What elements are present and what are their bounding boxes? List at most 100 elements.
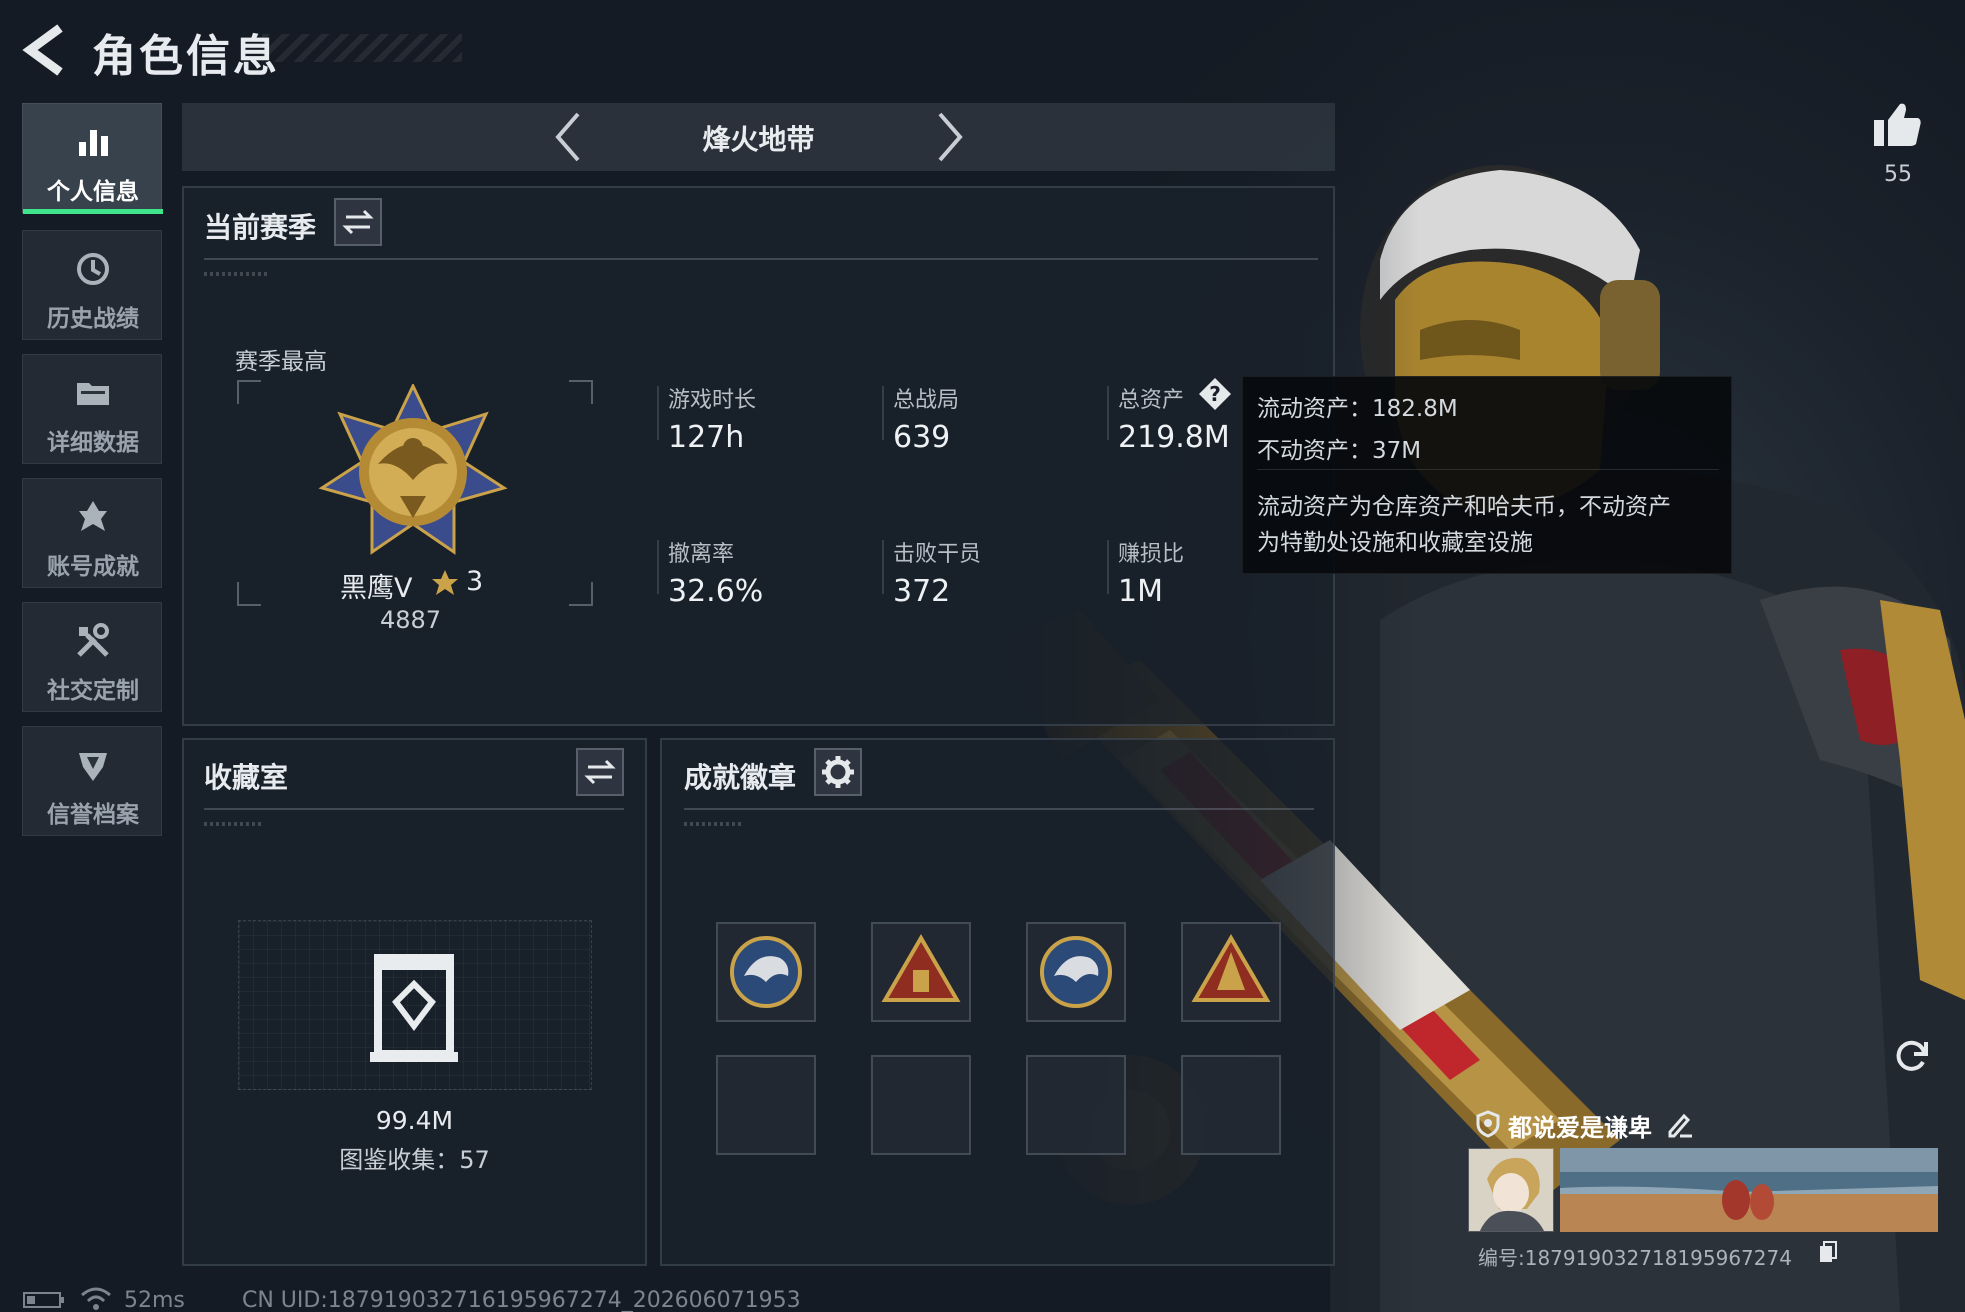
stat-value: 219.8M — [1118, 420, 1230, 455]
achievement-star-icon — [79, 501, 107, 531]
badge-slot[interactable] — [1026, 922, 1126, 1022]
stat-label: 总资产 — [1118, 388, 1185, 413]
copy-icon — [1820, 1241, 1837, 1262]
credit-shield-icon — [79, 753, 107, 781]
collection-title: 收藏室 — [204, 761, 289, 794]
nav-item-credit-archive[interactable]: 信誉档案 — [22, 726, 162, 836]
stat-value: 639 — [893, 420, 951, 455]
asset-help-button[interactable]: ? — [1197, 376, 1233, 412]
rank-stars-count: 3 — [466, 566, 484, 597]
nav-item-social-custom[interactable]: 社交定制 — [22, 602, 162, 712]
eagle-emblem-icon — [730, 936, 802, 1008]
stat-separator — [1107, 386, 1109, 440]
pencil-icon — [1668, 1113, 1692, 1138]
nav-label: 社交定制 — [47, 678, 139, 704]
badges-deco-rule — [684, 822, 744, 826]
badges-title: 成就徽章 — [684, 761, 797, 794]
pyramid-emblem-icon — [1191, 934, 1271, 1002]
namecard-banner[interactable] — [1560, 1148, 1938, 1232]
svg-text:?: ? — [1209, 382, 1221, 406]
asset-tooltip: 流动资产：182.8M 不动资产：37M 流动资产为仓库资产和哈夫币，不动资产 … — [1242, 376, 1732, 574]
wifi-icon — [80, 1286, 112, 1310]
stat-separator — [1107, 540, 1109, 594]
swap-arrows-icon — [584, 759, 616, 785]
like-button[interactable] — [1872, 100, 1924, 150]
rotate-button[interactable] — [1890, 1034, 1934, 1078]
frame-corner — [237, 582, 261, 606]
player-avatar[interactable] — [1468, 1148, 1554, 1232]
copy-id-button[interactable] — [1818, 1240, 1838, 1264]
stat-label: 击败干员 — [893, 542, 982, 567]
eagle-emblem-icon — [1040, 936, 1112, 1008]
badges-settings-button[interactable] — [814, 748, 862, 796]
bar-chart-icon — [79, 130, 108, 156]
collection-vault-icon — [366, 948, 462, 1064]
player-name: 都说爱是谦卑 — [1508, 1114, 1652, 1142]
nav-item-history[interactable]: 历史战绩 — [22, 230, 162, 340]
stat-label: 赚损比 — [1118, 542, 1185, 567]
badge-slot[interactable] — [1181, 922, 1281, 1022]
active-indicator — [23, 209, 163, 214]
frame-corner — [569, 582, 593, 606]
refresh-icon — [1896, 1040, 1928, 1071]
stat-label: 游戏时长 — [668, 388, 757, 413]
nav-item-personal-info[interactable]: 个人信息 — [22, 103, 163, 214]
tooltip-divider — [1257, 469, 1719, 470]
stat-value: 127h — [668, 420, 745, 455]
nav-item-achievements[interactable]: 账号成就 — [22, 478, 162, 588]
nav-label: 详细数据 — [47, 430, 139, 456]
edit-name-button[interactable] — [1666, 1110, 1694, 1138]
collection-catalog: 图鉴收集：57 — [339, 1146, 490, 1174]
nav-label: 账号成就 — [47, 554, 139, 580]
mode-next-button[interactable] — [930, 110, 970, 164]
mode-label: 烽火地带 — [702, 123, 815, 156]
like-count: 55 — [1884, 162, 1912, 187]
collection-divider — [204, 808, 624, 810]
shield-badge-icon — [1476, 1110, 1500, 1138]
mode-prev-button[interactable] — [548, 110, 588, 164]
player-id: 编号:18791903271819596727​4 — [1478, 1246, 1792, 1270]
chevron-left-icon — [555, 112, 580, 162]
chevron-right-icon — [938, 112, 963, 162]
frame-corner — [237, 380, 261, 404]
season-switch-button[interactable] — [334, 198, 382, 246]
black-hawk-rank-icon — [318, 382, 508, 555]
page-title: 角色信息 — [92, 31, 280, 82]
ping-readout: 52ms — [124, 1288, 185, 1312]
stat-label: 撤离率 — [668, 542, 735, 567]
back-arrow-icon — [22, 24, 63, 76]
stat-value: 32.6% — [668, 574, 764, 609]
season-divider — [204, 258, 1318, 260]
tooltip-note-line2: 为特勤处设施和收藏室设施 — [1257, 530, 1533, 556]
stat-separator — [882, 540, 884, 594]
back-button[interactable] — [22, 22, 68, 78]
nav-label: 信誉档案 — [47, 802, 139, 828]
season-deco-rule — [204, 272, 268, 276]
nav-label: 个人信息 — [47, 179, 139, 205]
thumbs-up-icon — [1874, 103, 1921, 146]
season-title: 当前赛季 — [204, 211, 317, 244]
badge-slot-empty[interactable] — [871, 1055, 971, 1155]
folder-icon — [77, 383, 109, 405]
rank-emblem — [318, 382, 508, 564]
badge-slot[interactable] — [871, 922, 971, 1022]
stat-label: 总战局 — [893, 388, 960, 413]
swap-arrows-icon — [342, 209, 374, 235]
badge-slot-empty[interactable] — [716, 1055, 816, 1155]
badge-slot-empty[interactable] — [1181, 1055, 1281, 1155]
nav-label: 历史战绩 — [47, 306, 139, 332]
collection-value: 99.4M — [375, 1106, 454, 1135]
nav-item-detail-data[interactable]: 详细数据 — [22, 354, 162, 464]
question-diamond-icon: ? — [1199, 378, 1231, 410]
rank-star-icon — [430, 568, 460, 598]
badge-slot[interactable] — [716, 922, 816, 1022]
season-best-label: 赛季最高 — [235, 349, 327, 375]
gear-icon — [822, 756, 854, 788]
badge-slot-empty[interactable] — [1026, 1055, 1126, 1155]
title-decoration — [262, 34, 462, 62]
stat-value: 372 — [893, 574, 951, 609]
collection-switch-button[interactable] — [576, 748, 624, 796]
stat-value: 1M — [1118, 574, 1163, 609]
tooltip-note-line1: 流动资产为仓库资产和哈夫币，不动资产 — [1257, 494, 1671, 520]
tools-icon — [77, 623, 109, 657]
